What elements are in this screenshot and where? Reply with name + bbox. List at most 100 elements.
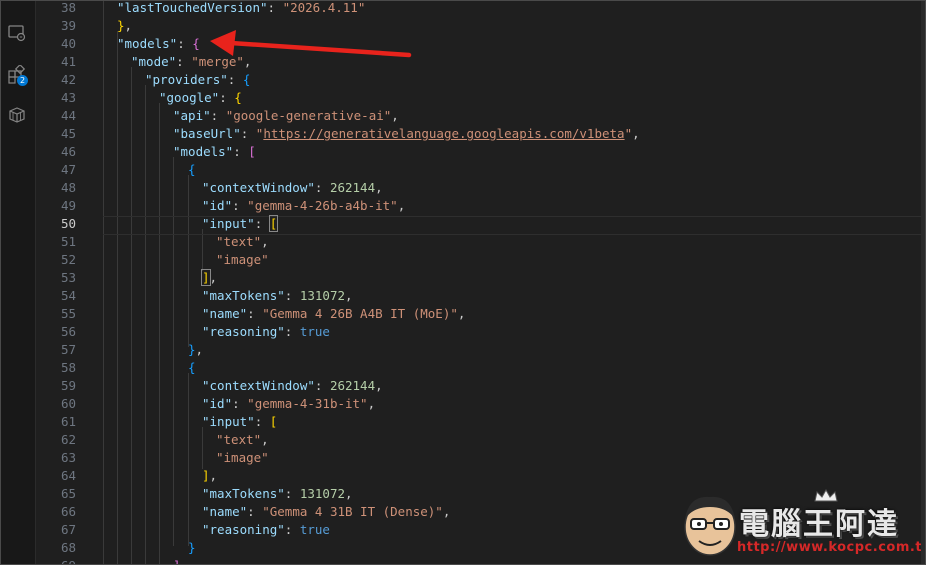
- code-token: :: [284, 486, 300, 501]
- code-token: }: [188, 342, 196, 357]
- code-line[interactable]: 56 "reasoning": true: [36, 323, 925, 341]
- code-line[interactable]: 38 "lastTouchedVersion": "2026.4.11": [36, 1, 925, 17]
- code-line[interactable]: 50 "input": [: [36, 215, 925, 233]
- code-token: "text": [216, 234, 262, 249]
- code-line[interactable]: 46 "models": [: [36, 143, 925, 161]
- line-number: 44: [60, 108, 76, 123]
- code-token: [: [268, 215, 279, 232]
- code-token: :: [284, 324, 300, 339]
- line-number: 43: [60, 90, 76, 105]
- line-number: 59: [60, 378, 76, 393]
- code-token: "id": [202, 396, 233, 411]
- code-token: ,: [632, 126, 640, 141]
- line-number: 61: [60, 414, 76, 429]
- line-number: 62: [60, 432, 76, 447]
- code-token: :: [240, 126, 256, 141]
- code-editor[interactable]: 38 "lastTouchedVersion": "2026.4.11" 39}, 4…: [36, 1, 925, 564]
- code-text: "reasoning": true: [202, 323, 330, 341]
- code-line[interactable]: 52 "image": [36, 251, 925, 269]
- code-line[interactable]: 42 "providers": {: [36, 71, 925, 89]
- code-token: "contextWindow": [202, 180, 315, 195]
- code-token: "gemma-4-26b-a4b-it": [247, 198, 398, 213]
- line-number: 45: [60, 126, 76, 141]
- code-text: "baseUrl": "https://generativelanguage.g…: [173, 125, 640, 143]
- code-token: ,: [209, 468, 218, 483]
- code-line[interactable]: 51 "text",: [36, 233, 925, 251]
- code-token: :: [314, 180, 330, 195]
- code-token: 131072: [299, 288, 346, 303]
- code-token: :: [176, 54, 192, 69]
- code-token: [: [269, 414, 278, 429]
- code-token: ,: [261, 234, 269, 249]
- line-number: 49: [60, 198, 76, 213]
- code-token: :: [284, 288, 300, 303]
- code-token: "google": [159, 90, 220, 105]
- code-line[interactable]: 49 "id": "gemma-4-26b-a4b-it",: [36, 197, 925, 215]
- code-token: "contextWindow": [202, 378, 315, 393]
- code-text: {: [188, 359, 196, 377]
- extensions-icon[interactable]: 2: [7, 63, 28, 86]
- code-line[interactable]: 64],: [36, 467, 925, 485]
- code-line[interactable]: 39},: [36, 17, 925, 35]
- code-line[interactable]: 45 "baseUrl": "https://generativelanguage…: [36, 125, 925, 143]
- code-line[interactable]: 41 "mode": "merge",: [36, 53, 925, 71]
- remote-explorer-icon[interactable]: [7, 23, 27, 43]
- package-icon[interactable]: [7, 105, 27, 125]
- code-line[interactable]: 54 "maxTokens": 131072,: [36, 287, 925, 305]
- code-token: :: [233, 144, 249, 159]
- line-number: 51: [60, 234, 76, 249]
- code-token: ,: [397, 198, 406, 213]
- code-line[interactable]: 59 "contextWindow": 262144,: [36, 377, 925, 395]
- code-token: :: [232, 198, 248, 213]
- code-line[interactable]: 48 "contextWindow": 262144,: [36, 179, 925, 197]
- code-line[interactable]: 58 {: [36, 359, 925, 377]
- line-number: 69: [36, 557, 76, 564]
- code-line[interactable]: 61 "input": [: [36, 413, 925, 431]
- line-number: 40: [60, 36, 76, 51]
- code-line[interactable]: 53],: [36, 269, 925, 287]
- code-text: },: [117, 17, 132, 35]
- line-number: 54: [60, 288, 76, 303]
- activity-bar: 2: [1, 1, 36, 564]
- code-token: true: [299, 324, 330, 339]
- code-token: "mode": [131, 54, 177, 69]
- code-text: {: [188, 161, 196, 179]
- code-token: ,: [375, 180, 383, 195]
- code-token: ,: [124, 18, 133, 33]
- code-token: :: [284, 522, 300, 537]
- editor-scrollbar-edge[interactable]: [921, 1, 925, 564]
- code-line[interactable]: 43 "google": {: [36, 89, 925, 107]
- code-line[interactable]: 60 "id": "gemma-4-31b-it",: [36, 395, 925, 413]
- annotation-arrow: [210, 30, 412, 58]
- code-text: ],: [202, 467, 217, 485]
- code-token: }: [117, 18, 125, 33]
- code-token: {: [234, 90, 242, 105]
- code-line[interactable]: 47 {: [36, 161, 925, 179]
- code-token: "gemma-4-31b-it": [247, 396, 368, 411]
- line-number: 42: [60, 72, 76, 87]
- code-line[interactable]: 63 "image": [36, 449, 925, 467]
- line-number: 55: [60, 306, 76, 321]
- code-line[interactable]: 55 "name": "Gemma 4 26B A4B IT (MoE)",: [36, 305, 925, 323]
- code-token: "image": [216, 450, 269, 465]
- code-text: "contextWindow": 262144,: [202, 377, 383, 395]
- code-line[interactable]: 44 "api": "google-generative-ai",: [36, 107, 925, 125]
- code-text: "input": [: [202, 413, 277, 431]
- watermark-title: 電腦王阿達: [739, 507, 899, 542]
- line-number: 47: [60, 162, 76, 177]
- code-token: "api": [173, 108, 211, 123]
- code-token: ,: [209, 270, 218, 285]
- line-number: 67: [60, 522, 76, 537]
- code-token: "Gemma 4 26B A4B IT (MoE)": [262, 306, 458, 321]
- code-token: ,: [457, 306, 466, 321]
- code-line[interactable]: 69]: [36, 557, 925, 564]
- code-line[interactable]: 40 "models": {: [36, 35, 925, 53]
- code-line[interactable]: 62 "text",: [36, 431, 925, 449]
- code-token: {: [242, 72, 251, 87]
- code-token: "name": [202, 306, 248, 321]
- code-token: 131072: [299, 486, 346, 501]
- code-token: ": [624, 126, 633, 141]
- line-number: 66: [60, 504, 76, 519]
- code-text: "api": "google-generative-ai",: [173, 107, 399, 125]
- code-line[interactable]: 57},: [36, 341, 925, 359]
